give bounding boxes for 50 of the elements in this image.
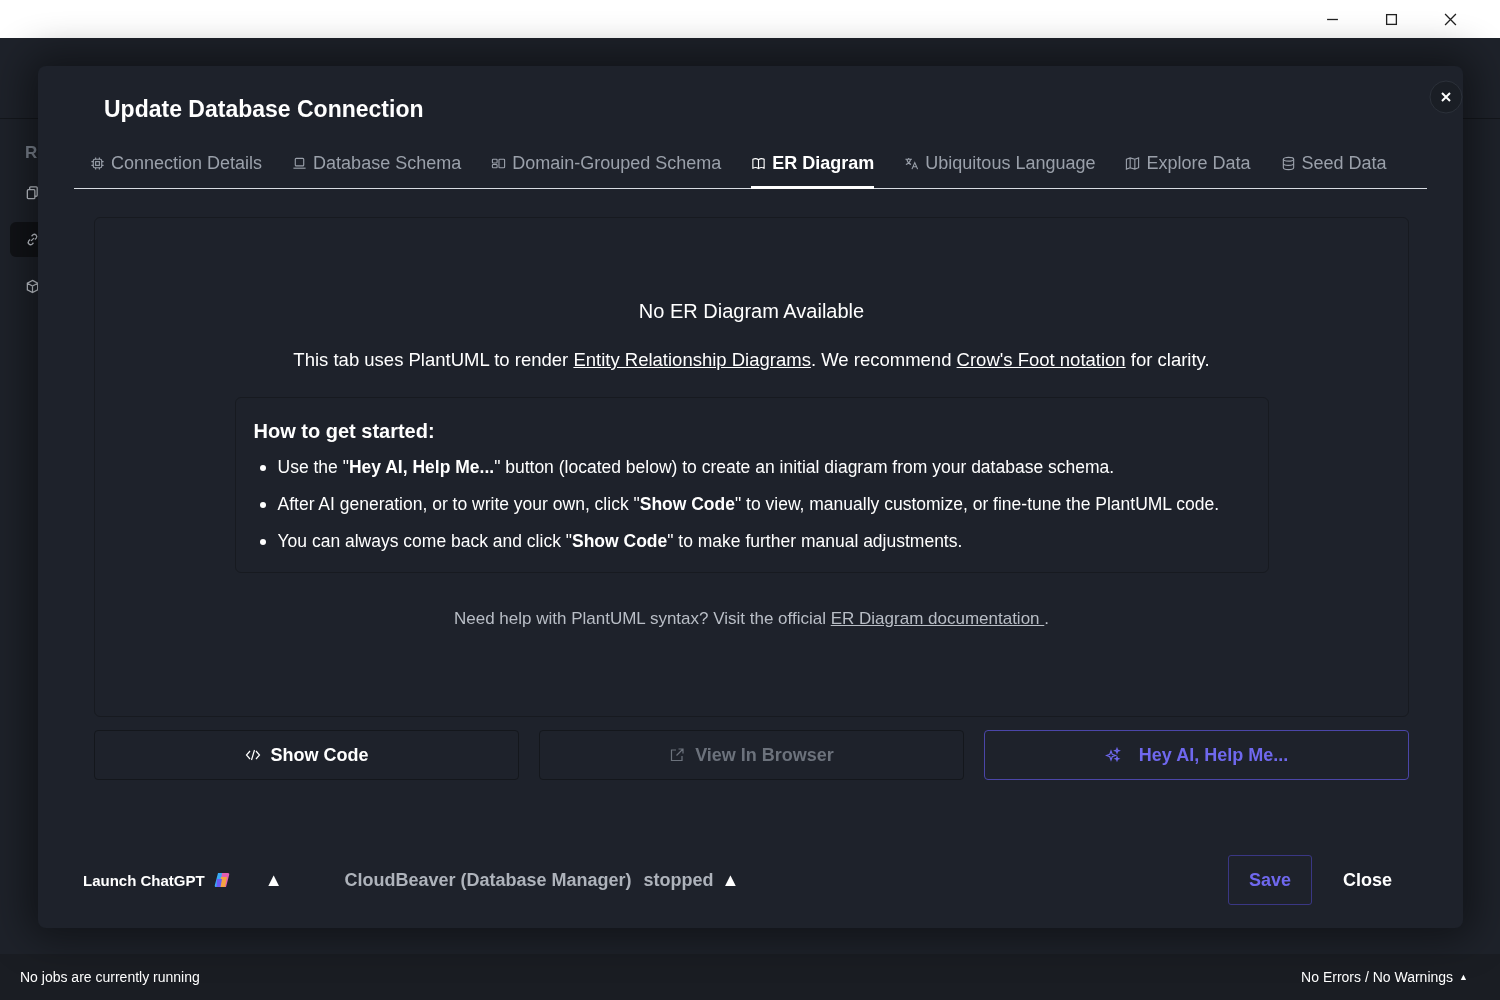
- tab[interactable]: ER Diagram: [751, 145, 875, 189]
- docs-link[interactable]: Crow's Foot notation: [956, 349, 1126, 370]
- tab[interactable]: Explore Data: [1125, 145, 1251, 189]
- ai-help-button[interactable]: Hey AI, Help Me...: [984, 730, 1409, 780]
- tab[interactable]: Ubiquitous Language: [904, 145, 1096, 189]
- bullet-icon: [259, 538, 266, 545]
- map-icon: [1125, 156, 1141, 171]
- save-button[interactable]: Save: [1227, 855, 1312, 905]
- translate-icon: [904, 156, 920, 171]
- bullet-icon: [259, 501, 266, 508]
- chip-icon: [90, 156, 105, 171]
- docs-link[interactable]: Entity Relationship Diagrams: [573, 349, 811, 370]
- laptop-icon: [292, 156, 308, 171]
- blocks-icon: [491, 156, 507, 171]
- database-icon: [1280, 156, 1296, 171]
- guide-step: Use the "Hey AI, Help Me..." button (located below) to create an initial diagram from your database schema.: [277, 457, 1115, 478]
- expand-toggle[interactable]: ▲: [1459, 972, 1468, 982]
- guide-step: After AI generation, or to write your own, click "Show Code" to view, manually customize, or fine-tune the PlantUML code.: [277, 494, 1220, 515]
- guide-step: You can always come back and click "Show Code" to make further manual adjustments.: [277, 531, 963, 552]
- intro-text: This tab uses PlantUML to render Entity Relationship Diagrams. We recommend Crow's Foot notation for clarity.: [293, 349, 1210, 371]
- expand-toggle[interactable]: ▲: [264, 869, 283, 891]
- copy-icon[interactable]: [25, 185, 40, 200]
- close-button[interactable]: Close: [1321, 855, 1413, 905]
- service-status: stopped: [643, 869, 714, 891]
- cloudbeaver-label: CloudBeaver (Database Manager): [344, 869, 632, 891]
- help-text: Need help with PlantUML syntax? Visit the official ER Diagram documentation .: [454, 609, 1049, 629]
- tab[interactable]: Seed Data: [1280, 145, 1387, 189]
- tab[interactable]: Database Schema: [292, 145, 462, 189]
- cube-icon[interactable]: [25, 279, 40, 294]
- guide-title: How to get started:: [253, 420, 436, 443]
- maximize-icon[interactable]: [1385, 12, 1398, 26]
- problems-status[interactable]: No Errors / No Warnings: [1301, 969, 1454, 985]
- docs-link[interactable]: ER Diagram documentation: [830, 609, 1045, 628]
- show-code-button[interactable]: Show Code: [94, 730, 519, 780]
- book-icon: [751, 156, 767, 171]
- tab[interactable]: Connection Details: [90, 145, 263, 189]
- sidebar-heading: R: [25, 143, 38, 163]
- link-icon: [25, 232, 40, 247]
- tab[interactable]: Domain-Grouped Schema: [491, 145, 722, 189]
- jobs-status: No jobs are currently running: [20, 969, 200, 985]
- dialog-title: Update Database Connection: [104, 96, 424, 123]
- bullet-icon: [259, 464, 266, 471]
- close-icon[interactable]: [1429, 80, 1463, 114]
- sparkles-icon: [1104, 747, 1121, 763]
- external-link-icon: [669, 747, 686, 763]
- code-icon: [244, 747, 261, 763]
- expand-toggle[interactable]: ▲: [721, 869, 740, 891]
- close-icon[interactable]: [1444, 12, 1457, 26]
- launch-chatgpt-link[interactable]: Launch ChatGPT: [83, 871, 205, 889]
- empty-state-heading: No ER Diagram Available: [638, 300, 865, 323]
